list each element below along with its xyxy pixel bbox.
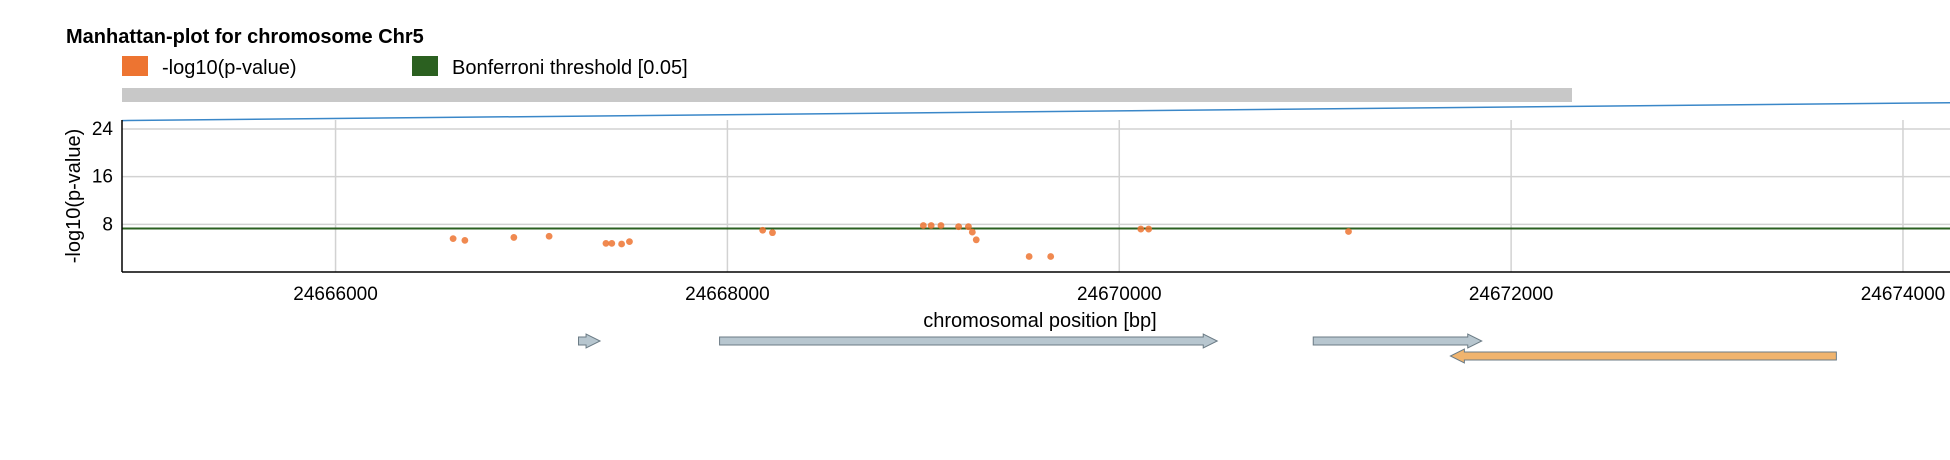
gene-arrow <box>578 333 602 349</box>
data-point <box>1047 253 1055 260</box>
data-point <box>510 234 518 241</box>
y-tick-labels: 8 16 24 <box>92 119 114 235</box>
y-tick-label: 24 <box>92 119 114 140</box>
data-point <box>955 223 963 231</box>
gene-arrow <box>1312 333 1483 349</box>
trend-line-path <box>121 101 1950 122</box>
data-point <box>769 229 776 237</box>
data-point <box>972 236 980 244</box>
overview-strip <box>122 88 1572 102</box>
data-point <box>608 239 616 247</box>
legend: -log10(p-value) Bonferroni threshold [0.… <box>122 56 688 79</box>
grid-lines <box>122 120 1950 272</box>
axes <box>121 120 1950 273</box>
x-tick-label: 24674000 <box>1861 284 1946 305</box>
legend-swatch-pvalue <box>122 56 148 76</box>
y-tick-label: 8 <box>102 214 113 235</box>
x-tick-label: 24668000 <box>685 284 770 305</box>
data-point <box>1137 225 1145 233</box>
chart-title: Manhattan-plot for chromosome Chr5 <box>66 26 424 48</box>
x-tick-labels: 24666000 24668000 24670000 24672000 24674000 <box>293 284 1945 305</box>
gene-track <box>578 333 1837 364</box>
legend-label-pvalue: -log10(p-value) <box>162 57 297 79</box>
data-point <box>545 232 553 240</box>
data-point <box>1025 253 1033 260</box>
data-point <box>968 228 976 236</box>
legend-swatch-bonferroni <box>412 56 438 76</box>
data-point <box>618 240 626 248</box>
data-point <box>449 235 457 243</box>
x-tick-label: 24672000 <box>1469 284 1554 305</box>
x-tick-label: 24670000 <box>1077 284 1162 305</box>
y-axis-label: -log10(p-value) <box>63 129 85 264</box>
data-point <box>602 239 610 247</box>
y-tick-label: 16 <box>92 167 113 188</box>
data-point <box>759 226 767 234</box>
manhattan-chart: Manhattan-plot for chromosome Chr5 -log1… <box>63 26 1950 364</box>
x-tick-label: 24666000 <box>293 284 378 305</box>
data-point <box>1345 228 1352 235</box>
gene-arrow <box>719 333 1219 349</box>
data-point <box>937 222 945 229</box>
data-point <box>1145 225 1153 233</box>
gene-arrow <box>1449 348 1837 364</box>
legend-label-bonferroni: Bonferroni threshold [0.05] <box>452 57 688 79</box>
data-point <box>927 222 935 229</box>
data-point <box>626 238 633 246</box>
trend-line <box>121 101 1950 122</box>
x-axis-label: chromosomal position [bp] <box>923 310 1156 332</box>
data-point <box>919 222 927 229</box>
data-point <box>461 237 469 244</box>
